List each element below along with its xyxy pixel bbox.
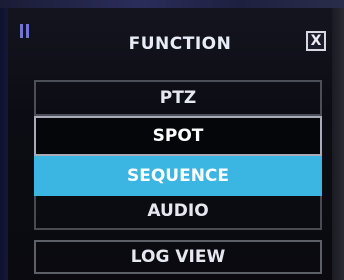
menu-item-log-view[interactable]: LOG VIEW [34, 240, 322, 274]
close-icon[interactable]: X [306, 31, 326, 51]
right-border [332, 8, 344, 280]
menu-item-sequence[interactable]: SEQUENCE [34, 156, 322, 196]
top-border [0, 0, 344, 8]
menu-item-ptz[interactable]: PTZ [34, 80, 322, 116]
function-dialog: FUNCTION X PTZ SPOT SEQUENCE AUDIO LOG V… [0, 0, 344, 280]
left-border [0, 8, 8, 280]
menu-item-spot[interactable]: SPOT [34, 116, 322, 156]
grip-icon[interactable] [20, 24, 30, 40]
menu-item-audio[interactable]: AUDIO [34, 196, 322, 230]
dialog-title: FUNCTION [128, 34, 232, 54]
